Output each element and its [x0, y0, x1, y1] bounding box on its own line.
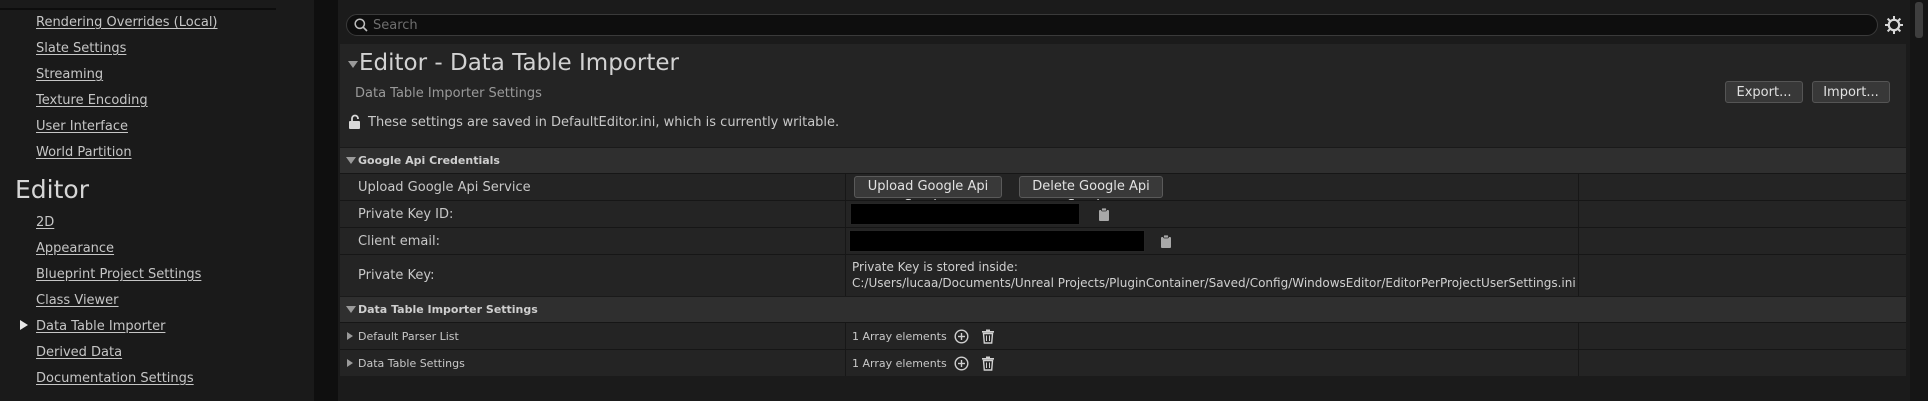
column-separator: [1578, 201, 1579, 227]
page-subtitle: Data Table Importer Settings: [355, 86, 542, 101]
details-panel: Editor - Data Table Importer Data Table …: [338, 0, 1910, 401]
import-button[interactable]: Import...: [1812, 81, 1890, 103]
column-separator: [845, 201, 846, 227]
sidebar-item-world-partition[interactable]: World Partition: [36, 145, 132, 160]
scrollbar-thumb[interactable]: [1915, 2, 1923, 38]
column-separator: [845, 350, 846, 376]
plus-circle-icon[interactable]: [954, 356, 969, 371]
clipboard-icon[interactable]: [1098, 207, 1110, 221]
client-email-field[interactable]: [849, 230, 1145, 252]
gear-icon[interactable]: [1884, 15, 1904, 35]
expand-arrow-icon[interactable]: [347, 359, 353, 367]
sidebar-item-documentation-settings[interactable]: Documentation Settings: [36, 371, 194, 386]
sidebar-item-2d[interactable]: 2D: [36, 215, 54, 230]
clipboard-icon[interactable]: [1160, 234, 1172, 248]
column-separator: [845, 228, 846, 254]
section-label: Google Api Credentials: [358, 154, 500, 167]
sidebar-item-blueprint-project-settings[interactable]: Blueprint Project Settings: [36, 267, 201, 282]
unlocked-padlock-icon: [349, 114, 360, 129]
array-count: 1 Array elements: [852, 357, 947, 370]
row-label: Private Key ID:: [358, 207, 454, 222]
sidebar-splitter[interactable]: [314, 0, 338, 401]
row-private-key-id: Private Key ID:: [340, 200, 1906, 227]
collapse-triangle-icon[interactable]: [348, 61, 358, 68]
expand-arrow-icon[interactable]: [347, 332, 353, 340]
row-label: Private Key:: [358, 268, 435, 283]
trash-icon[interactable]: [981, 356, 995, 371]
section-collapse-icon: [346, 306, 356, 313]
array-count: 1 Array elements: [852, 330, 947, 343]
settings-header: Editor - Data Table Importer Data Table …: [340, 44, 1906, 147]
row-default-parser-list: Default Parser List 1 Array elements: [340, 322, 1906, 349]
section-data-table-importer-settings[interactable]: Data Table Importer Settings: [340, 296, 1906, 322]
section-collapse-icon: [346, 157, 356, 164]
column-separator: [1578, 174, 1579, 200]
private-key-id-field[interactable]: [850, 203, 1080, 225]
section-google-api-credentials[interactable]: Google Api Credentials: [340, 147, 1906, 173]
row-private-key: Private Key: Private Key is stored insid…: [340, 254, 1906, 296]
section-label: Data Table Importer Settings: [358, 303, 538, 316]
sidebar-item-user-interface[interactable]: User Interface: [36, 119, 128, 134]
settings-sidebar: Rendering Overrides (Local) Slate Settin…: [0, 0, 314, 401]
upload-google-api-service-button[interactable]: Upload Google Api Service: [854, 176, 1002, 213]
column-separator: [1578, 228, 1579, 254]
column-separator: [1578, 323, 1579, 349]
page-title: Editor - Data Table Importer: [359, 50, 679, 76]
sidebar-item-class-viewer[interactable]: Class Viewer: [36, 293, 119, 308]
trash-icon[interactable]: [981, 329, 995, 344]
selected-arrow-icon: [20, 320, 28, 330]
row-upload-google-api-service: Upload Google Api Service Upload Google …: [340, 173, 1906, 213]
column-separator: [845, 255, 846, 296]
plus-circle-icon[interactable]: [954, 329, 969, 344]
sidebar-scroll-edge: [0, 8, 276, 10]
sidebar-item-appearance[interactable]: Appearance: [36, 241, 114, 256]
search-icon: [354, 18, 368, 32]
private-key-stored-label: Private Key is stored inside:: [852, 260, 1018, 274]
column-separator: [845, 174, 846, 200]
column-separator: [1578, 255, 1579, 296]
row-data-table-settings: Data Table Settings 1 Array elements: [340, 349, 1906, 376]
search-input[interactable]: [373, 16, 1863, 34]
sidebar-item-data-table-importer[interactable]: Data Table Importer: [36, 319, 165, 334]
row-label: Data Table Settings: [358, 357, 465, 370]
sidebar-item-derived-data[interactable]: Derived Data: [36, 345, 122, 360]
row-client-email: Client email:: [340, 227, 1906, 254]
sidebar-item-texture-encoding[interactable]: Texture Encoding: [36, 93, 148, 108]
column-separator: [845, 323, 846, 349]
export-button[interactable]: Export...: [1725, 81, 1803, 103]
vertical-scrollbar[interactable]: [1910, 0, 1928, 401]
sidebar-category-editor: Editor: [15, 175, 89, 204]
private-key-path: C:/Users/lucaa/Documents/Unreal Projects…: [852, 276, 1576, 290]
row-label: Default Parser List: [358, 330, 459, 343]
row-label: Upload Google Api Service: [358, 180, 531, 195]
sidebar-item-slate-settings[interactable]: Slate Settings: [36, 41, 126, 56]
delete-google-api-service-button[interactable]: Delete Google Api Service: [1019, 176, 1163, 213]
search-bar[interactable]: [346, 14, 1878, 36]
writable-notice: These settings are saved in DefaultEdito…: [368, 115, 840, 130]
row-label: Client email:: [358, 234, 440, 249]
sidebar-item-rendering-overrides[interactable]: Rendering Overrides (Local): [36, 15, 218, 30]
column-separator: [1578, 350, 1579, 376]
sidebar-item-streaming[interactable]: Streaming: [36, 67, 103, 82]
